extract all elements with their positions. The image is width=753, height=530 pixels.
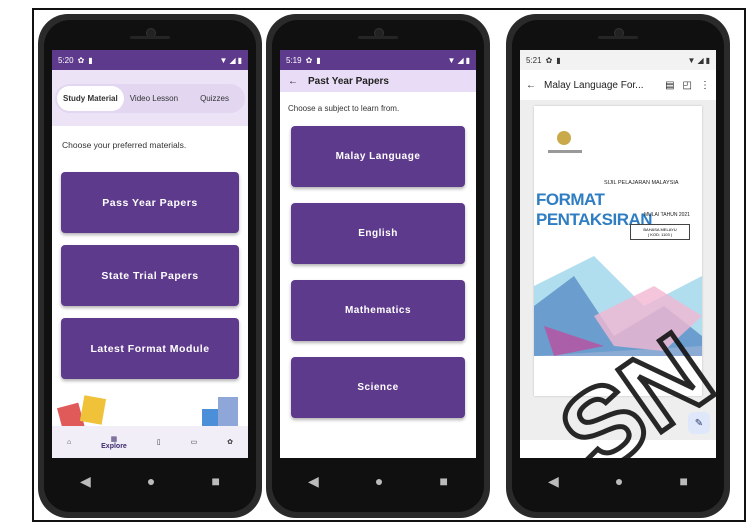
subject-box: BAHASA MELAYU ( KOD: 1103 ) bbox=[630, 224, 690, 240]
app-bar: ← Past Year Papers bbox=[280, 70, 476, 92]
phone-past-year-papers: 5:19 ✿ ▮ ▼ ◢ ▮ ← Past Year Papers Choose a s… bbox=[266, 14, 490, 518]
battery-icon: ▮ bbox=[705, 55, 710, 65]
edit-fab-icon[interactable]: ✎ bbox=[688, 412, 710, 434]
sim-icon: ▮ bbox=[316, 55, 321, 65]
state-trial-papers-button[interactable]: State Trial Papers bbox=[61, 245, 239, 306]
back-arrow-icon[interactable]: ← bbox=[526, 80, 536, 91]
explore-icon: ▦ bbox=[110, 435, 118, 443]
find-in-page-icon[interactable]: ◰ bbox=[683, 80, 692, 91]
nav-home[interactable]: ⌂ bbox=[67, 439, 71, 446]
back-arrow-icon[interactable]: ← bbox=[288, 76, 298, 87]
more-options-icon[interactable]: ⋮ bbox=[700, 80, 710, 91]
cover-graphic bbox=[534, 131, 702, 356]
mobile-icon: ▯ bbox=[156, 439, 161, 446]
status-bar: 5:21 ✿ ▮ ▼ ◢ ▮ bbox=[520, 50, 716, 70]
reading-illustration bbox=[52, 391, 248, 435]
settings-status-icon: ✿ bbox=[545, 55, 553, 65]
status-bar: 5:19 ✿ ▮ ▼ ◢ ▮ bbox=[280, 50, 476, 70]
nav-chat[interactable]: ▭ bbox=[191, 438, 198, 446]
nav-settings[interactable]: ✿ bbox=[227, 438, 233, 446]
study-material-screen: 5:20 ✿ ▮ ▼ ◢ ▮ Study Material Video Lesson Q… bbox=[52, 50, 248, 458]
signal-icon: ◢ bbox=[229, 55, 236, 65]
home-nav-icon[interactable]: ● bbox=[375, 473, 383, 489]
status-bar: 5:20 ✿ ▮ ▼ ◢ ▮ bbox=[52, 50, 248, 70]
wifi-icon: ▼ bbox=[687, 55, 696, 65]
back-nav-icon[interactable]: ◀ bbox=[308, 473, 319, 490]
home-nav-icon[interactable]: ● bbox=[147, 473, 155, 489]
document-toolbar: ← Malay Language For... ▤ ◰ ⋮ bbox=[520, 70, 716, 100]
battery-icon: ▮ bbox=[237, 55, 242, 65]
tab-quizzes[interactable]: Quizzes bbox=[184, 86, 243, 111]
signal-icon: ◢ bbox=[457, 55, 464, 65]
tab-video-lesson[interactable]: Video Lesson bbox=[124, 86, 184, 111]
recents-nav-icon[interactable]: ■ bbox=[211, 473, 219, 489]
nav-mobile[interactable]: ▯ bbox=[157, 438, 161, 446]
tab-study-material[interactable]: Study Material bbox=[57, 85, 124, 111]
home-nav-icon[interactable]: ● bbox=[615, 473, 623, 489]
document-page: SIJIL PELAJARAN MALAYSIA FORMAT PENTAKSI… bbox=[534, 106, 702, 396]
settings-status-icon: ✿ bbox=[77, 55, 85, 65]
sim-icon: ▮ bbox=[556, 55, 561, 65]
recents-nav-icon[interactable]: ■ bbox=[679, 473, 687, 489]
material-tabs: Study Material Video Lesson Quizzes bbox=[55, 83, 245, 113]
nav-explore[interactable]: ▦ Explore bbox=[101, 435, 127, 450]
cover-heading: SIJIL PELAJARAN MALAYSIA bbox=[604, 180, 679, 186]
android-navbar: ◀ ● ■ bbox=[52, 460, 248, 502]
comment-icon[interactable]: ▤ bbox=[665, 80, 674, 91]
latest-format-module-button[interactable]: Latest Format Module bbox=[61, 318, 239, 379]
malay-language-button[interactable]: Malay Language bbox=[291, 126, 465, 187]
phone-study-material: 5:20 ✿ ▮ ▼ ◢ ▮ Study Material Video Lesson Q… bbox=[38, 14, 262, 518]
science-button[interactable]: Science bbox=[291, 357, 465, 418]
settings-status-icon: ✿ bbox=[305, 55, 313, 65]
page-title: Past Year Papers bbox=[308, 75, 389, 87]
wifi-icon: ▼ bbox=[219, 55, 228, 65]
signal-icon: ◢ bbox=[697, 55, 704, 65]
choose-materials-text: Choose your preferred materials. bbox=[62, 140, 187, 150]
cover-subtitle: MULAI TAHUN 2021 bbox=[644, 212, 690, 218]
pdf-viewer-screen: 5:21 ✿ ▮ ▼ ◢ ▮ ← Malay Language For... ▤ ◰ ⋮… bbox=[520, 50, 716, 458]
wifi-icon: ▼ bbox=[447, 55, 456, 65]
sim-icon: ▮ bbox=[88, 55, 93, 65]
pass-year-papers-button[interactable]: Pass Year Papers bbox=[61, 172, 239, 233]
recents-nav-icon[interactable]: ■ bbox=[439, 473, 447, 489]
mathematics-button[interactable]: Mathematics bbox=[291, 280, 465, 341]
battery-icon: ▮ bbox=[465, 55, 470, 65]
document-area: SIJIL PELAJARAN MALAYSIA FORMAT PENTAKSI… bbox=[520, 100, 716, 440]
choose-subject-text: Choose a subject to learn from. bbox=[288, 104, 400, 113]
back-nav-icon[interactable]: ◀ bbox=[548, 473, 559, 490]
past-year-papers-screen: 5:19 ✿ ▮ ▼ ◢ ▮ ← Past Year Papers Choose a s… bbox=[280, 50, 476, 458]
settings-icon: ✿ bbox=[227, 439, 233, 446]
android-navbar: ◀ ● ■ bbox=[280, 460, 476, 502]
android-navbar: ◀ ● ■ bbox=[520, 460, 716, 502]
english-button[interactable]: English bbox=[291, 203, 465, 264]
back-nav-icon[interactable]: ◀ bbox=[80, 473, 91, 490]
bottom-navigation: ⌂ ▦ Explore ▯ ▭ ✿ bbox=[52, 426, 248, 458]
document-title: Malay Language For... bbox=[544, 79, 644, 91]
phone-pdf-viewer: 5:21 ✿ ▮ ▼ ◢ ▮ ← Malay Language For... ▤ ◰ ⋮… bbox=[506, 14, 730, 518]
chat-icon: ▭ bbox=[190, 439, 198, 446]
home-icon: ⌂ bbox=[66, 438, 72, 446]
